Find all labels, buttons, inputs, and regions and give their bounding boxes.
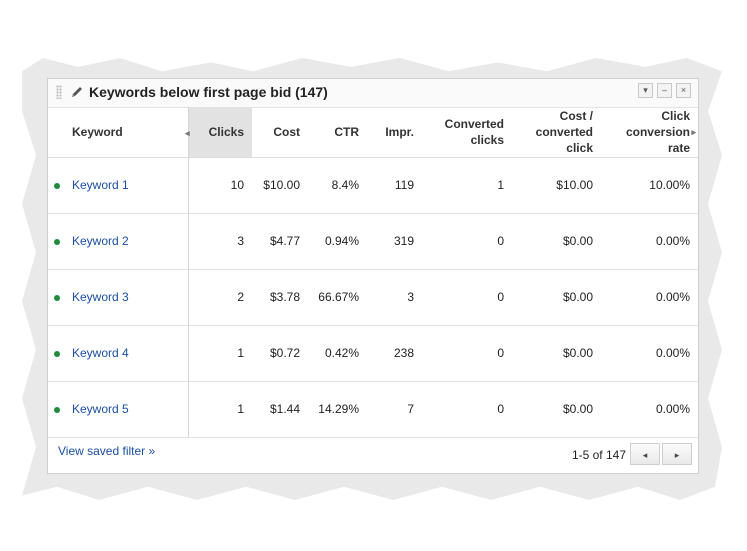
keyword-cell: Keyword 3 [64, 269, 189, 326]
dropdown-icon[interactable]: ▾ [638, 83, 653, 98]
cost-cell: $4.77 [252, 213, 308, 270]
converted-clicks-cell: 0 [422, 269, 512, 326]
impr-cell: 7 [367, 381, 422, 438]
status-cell [48, 213, 64, 270]
impr-cell: 319 [367, 213, 422, 270]
cost-per-converted-click-cell: $0.00 [512, 213, 601, 270]
keyword-cell: Keyword 5 [64, 381, 189, 438]
cost-cell: $3.78 [252, 269, 308, 326]
converted-clicks-cell: 0 [422, 381, 512, 438]
keywords-table: Keyword ◂ Clicks Cost CTR Impr. Converte… [48, 107, 698, 438]
widget-titlebar: Keywords below first page bid (147) ▾ – … [48, 79, 698, 108]
pagination-text: 1-5 of 147 [571, 448, 626, 462]
pencil-icon[interactable] [70, 85, 84, 99]
widget-title: Keywords below first page bid (147) [89, 84, 328, 100]
keywords-widget: Keywords below first page bid (147) ▾ – … [47, 78, 699, 474]
ctr-cell: 0.42% [308, 325, 367, 382]
keyword-link[interactable]: Keyword 4 [72, 346, 129, 360]
cost-per-converted-click-cell: $0.00 [512, 381, 601, 438]
table-row: Keyword 4 1 $0.72 0.42% 238 0 $0.00 0.00… [48, 325, 698, 382]
keyword-cell: Keyword 1 [64, 157, 189, 214]
click-conversion-rate-cell: 10.00% [601, 157, 698, 214]
status-cell [48, 325, 64, 382]
scroll-right-icon[interactable]: ▸ [691, 124, 696, 140]
view-saved-filter-link[interactable]: View saved filter » [58, 444, 155, 458]
keyword-cell: Keyword 2 [64, 213, 189, 270]
ctr-cell: 66.67% [308, 269, 367, 326]
clicks-cell: 2 [188, 269, 252, 326]
status-cell [48, 381, 64, 438]
status-cell [48, 269, 64, 326]
cost-cell: $10.00 [252, 157, 308, 214]
header-ctr[interactable]: CTR [308, 107, 367, 158]
converted-clicks-cell: 0 [422, 213, 512, 270]
table-row: Keyword 5 1 $1.44 14.29% 7 0 $0.00 0.00% [48, 381, 698, 438]
header-click-conversion-rate[interactable]: Click conversion rate ▸ [601, 107, 698, 158]
clicks-cell: 10 [188, 157, 252, 214]
clicks-cell: 3 [188, 213, 252, 270]
close-icon[interactable]: × [676, 83, 691, 98]
ctr-cell: 14.29% [308, 381, 367, 438]
ctr-cell: 0.94% [308, 213, 367, 270]
status-dot-icon [54, 407, 60, 413]
click-conversion-rate-cell: 0.00% [601, 213, 698, 270]
status-dot-icon [54, 183, 60, 189]
cost-cell: $1.44 [252, 381, 308, 438]
scroll-left-icon[interactable]: ◂ [185, 125, 190, 141]
keyword-link[interactable]: Keyword 5 [72, 402, 129, 416]
impr-cell: 3 [367, 269, 422, 326]
header-converted-clicks[interactable]: Converted clicks [422, 107, 512, 158]
status-dot-icon [54, 351, 60, 357]
click-conversion-rate-cell: 0.00% [601, 325, 698, 382]
header-status [48, 107, 64, 158]
keyword-cell: Keyword 4 [64, 325, 189, 382]
grip-icon[interactable] [56, 85, 62, 99]
table-row: Keyword 2 3 $4.77 0.94% 319 0 $0.00 0.00… [48, 213, 698, 270]
click-conversion-rate-cell: 0.00% [601, 269, 698, 326]
header-keyword[interactable]: Keyword ◂ [64, 107, 190, 158]
keyword-link[interactable]: Keyword 2 [72, 234, 129, 248]
header-cost-per-converted-click[interactable]: Cost / converted click [512, 107, 601, 158]
clicks-cell: 1 [188, 381, 252, 438]
table-row: Keyword 1 10 $10.00 8.4% 119 1 $10.00 10… [48, 157, 698, 214]
click-conversion-rate-cell: 0.00% [601, 381, 698, 438]
header-cost[interactable]: Cost [252, 107, 308, 158]
status-cell [48, 157, 64, 214]
keyword-link[interactable]: Keyword 1 [72, 178, 129, 192]
minimize-icon[interactable]: – [657, 83, 672, 98]
cost-cell: $0.72 [252, 325, 308, 382]
converted-clicks-cell: 1 [422, 157, 512, 214]
cost-per-converted-click-cell: $10.00 [512, 157, 601, 214]
cost-per-converted-click-cell: $0.00 [512, 269, 601, 326]
prev-page-button[interactable]: ◂ [630, 443, 660, 465]
header-clicks[interactable]: Clicks [188, 107, 252, 158]
widget-footer: View saved filter » 1-5 of 147 ◂ ▸ [48, 441, 698, 473]
clicks-cell: 1 [188, 325, 252, 382]
cost-per-converted-click-cell: $0.00 [512, 325, 601, 382]
header-impr[interactable]: Impr. [367, 107, 422, 158]
table-row: Keyword 3 2 $3.78 66.67% 3 0 $0.00 0.00% [48, 269, 698, 326]
status-dot-icon [54, 239, 60, 245]
keyword-link[interactable]: Keyword 3 [72, 290, 129, 304]
next-page-button[interactable]: ▸ [662, 443, 692, 465]
impr-cell: 119 [367, 157, 422, 214]
status-dot-icon [54, 295, 60, 301]
impr-cell: 238 [367, 325, 422, 382]
ctr-cell: 8.4% [308, 157, 367, 214]
converted-clicks-cell: 0 [422, 325, 512, 382]
table-header-row: Keyword ◂ Clicks Cost CTR Impr. Converte… [48, 107, 698, 158]
